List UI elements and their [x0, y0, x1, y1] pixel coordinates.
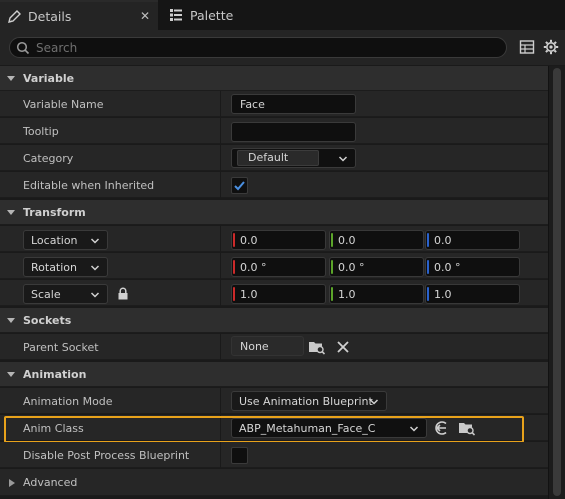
chevron-down-icon [369, 397, 379, 407]
details-toolbar [0, 30, 565, 65]
property-label: Disable Post Process Blueprint [23, 448, 190, 462]
section-animation[interactable]: Animation [0, 362, 548, 387]
caret-down-icon [6, 315, 16, 325]
tab-details[interactable]: Details ✕ [0, 0, 158, 30]
location-mode-dropdown[interactable]: Location [23, 230, 108, 250]
row-disable-post-process: Disable Post Process Blueprint [0, 442, 548, 468]
scrollbar-thumb[interactable] [553, 68, 561, 496]
row-animation-mode: Animation Mode Use Animation Blueprint [0, 388, 548, 414]
row-category: Category Default [0, 145, 548, 171]
editable-when-inherited-checkbox[interactable] [231, 177, 248, 194]
rotation-y-field[interactable]: 0.0 ° [329, 257, 424, 277]
scale-mode-label: Scale [31, 287, 61, 301]
browse-socket-icon[interactable] [308, 338, 326, 356]
row-parent-socket: Parent Socket None [0, 334, 548, 360]
section-title: Variable [23, 71, 75, 85]
disable-post-process-checkbox[interactable] [231, 447, 248, 464]
advanced-label: Advanced [23, 475, 78, 489]
caret-down-icon [6, 369, 16, 379]
section-title: Animation [23, 367, 87, 381]
location-mode-label: Location [31, 233, 78, 247]
property-label: Parent Socket [23, 340, 99, 354]
tab-palette-label: Palette [190, 7, 234, 23]
tab-palette[interactable]: Palette [162, 0, 272, 30]
row-advanced[interactable]: Advanced [0, 469, 548, 496]
location-x-field[interactable]: 0.0 [231, 230, 326, 250]
row-rotation: Rotation 0.0 ° 0.0 ° 0.0 ° [0, 253, 548, 279]
row-variable-name: Variable Name Face [0, 91, 548, 117]
variable-name-field[interactable]: Face [231, 94, 356, 114]
anim-class-value: ABP_Metahuman_Face_C [239, 421, 376, 435]
row-location: Location 0.0 0.0 0.0 [0, 226, 548, 252]
location-z-field[interactable]: 0.0 [425, 230, 520, 250]
section-transform[interactable]: Transform [0, 200, 548, 225]
table-view-icon[interactable] [519, 39, 535, 55]
palette-icon [168, 7, 184, 23]
search-icon [16, 41, 30, 55]
anim-class-dropdown[interactable]: ABP_Metahuman_Face_C [231, 418, 427, 438]
category-dropdown[interactable]: Default [231, 148, 356, 168]
section-variable[interactable]: Variable [0, 66, 548, 91]
scale-z-field[interactable]: 1.0 [425, 284, 520, 304]
property-label: Variable Name [23, 97, 104, 111]
rotation-x-field[interactable]: 0.0 ° [231, 257, 326, 277]
browse-asset-icon[interactable] [458, 419, 476, 437]
scale-mode-dropdown[interactable]: Scale [23, 284, 108, 304]
rotation-z-field[interactable]: 0.0 ° [425, 257, 520, 277]
property-label: Animation Mode [23, 394, 113, 408]
chevron-down-icon [90, 263, 100, 273]
tab-bar: Details ✕ Palette [0, 0, 565, 30]
section-sockets[interactable]: Sockets [0, 308, 548, 333]
tooltip-field[interactable] [231, 122, 356, 142]
caret-down-icon [6, 73, 16, 83]
animation-mode-dropdown[interactable]: Use Animation Blueprint [231, 391, 387, 411]
settings-gear-icon[interactable] [543, 39, 559, 55]
search-input[interactable] [36, 40, 476, 55]
rotation-mode-dropdown[interactable]: Rotation [23, 257, 108, 277]
clear-socket-icon[interactable] [334, 338, 352, 356]
checkmark-icon [234, 181, 245, 191]
lock-icon[interactable] [114, 284, 132, 302]
row-anim-class: Anim Class ABP_Metahuman_Face_C [0, 415, 548, 441]
location-y-field[interactable]: 0.0 [329, 230, 424, 250]
animation-mode-value: Use Animation Blueprint [239, 394, 373, 408]
section-title: Transform [23, 205, 86, 219]
search-box[interactable] [9, 37, 507, 58]
scale-x-field[interactable]: 1.0 [231, 284, 326, 304]
row-editable-when-inherited: Editable when Inherited [0, 172, 548, 198]
tab-details-label: Details [28, 8, 72, 24]
chevron-down-icon [90, 236, 100, 246]
rotation-mode-label: Rotation [31, 260, 78, 274]
chevron-down-icon [409, 424, 419, 434]
property-label: Editable when Inherited [23, 178, 155, 192]
category-value: Default [237, 150, 319, 166]
section-title: Sockets [23, 313, 72, 327]
parent-socket-field[interactable]: None [231, 336, 304, 356]
property-label: Category [23, 151, 74, 165]
row-scale: Scale 1.0 1.0 1.0 [0, 280, 548, 306]
use-selected-asset-icon[interactable] [432, 419, 450, 437]
chevron-down-icon [338, 154, 348, 164]
row-tooltip: Tooltip [0, 118, 548, 144]
scale-y-field[interactable]: 1.0 [329, 284, 424, 304]
chevron-down-icon [90, 290, 100, 300]
vertical-scrollbar[interactable] [548, 66, 565, 499]
pencil-icon [6, 8, 22, 24]
caret-right-icon [8, 478, 16, 491]
property-label: Anim Class [23, 421, 84, 435]
property-label: Tooltip [23, 124, 59, 138]
close-icon[interactable]: ✕ [140, 9, 150, 23]
caret-down-icon [6, 207, 16, 217]
